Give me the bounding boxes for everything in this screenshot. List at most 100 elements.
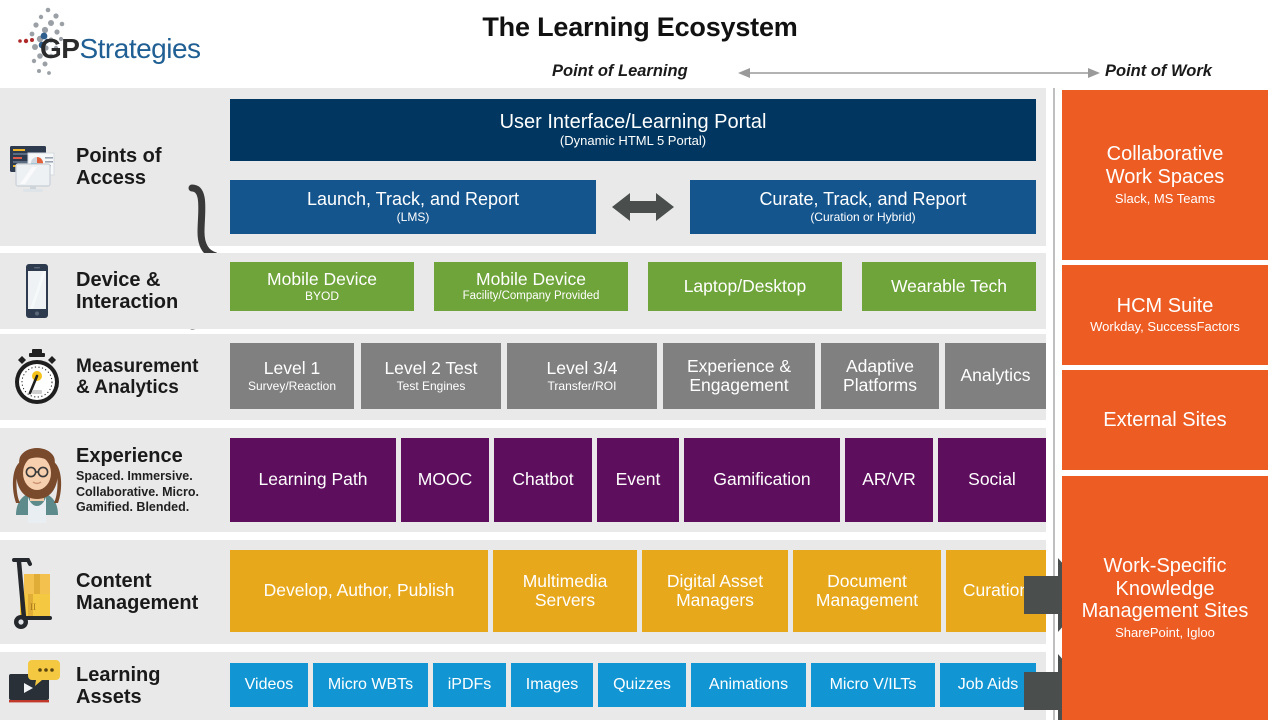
cell-event[interactable]: Event (597, 438, 679, 522)
row-title-line1: Points of (76, 144, 162, 167)
stopwatch-icon (6, 346, 68, 408)
right-box-hcm-suite[interactable]: HCM Suite Workday, SuccessFactors (1062, 265, 1268, 365)
right-box-sub: Workday, SuccessFactors (1090, 319, 1240, 335)
desktop-dashboard-icon (6, 136, 68, 198)
cell-main-label: Level 1 (263, 358, 321, 379)
right-box-work-specific-knowledge-management-sites[interactable]: Work-Specific Knowledge Management Sites … (1062, 476, 1268, 720)
cell-main-label: Develop, Author, Publish (263, 580, 455, 601)
cell-images[interactable]: Images (511, 663, 593, 707)
cell-sub-label: Test Engines (396, 378, 466, 393)
cell-user-interface-learning-portal[interactable]: User Interface/Learning Portal (Dynamic … (230, 99, 1036, 161)
cell-digital-asset-managers[interactable]: Digital Asset Managers (642, 550, 788, 632)
cell-sub-label: BYOD (304, 289, 339, 304)
row-title-block: Device & Interaction (68, 269, 178, 314)
cell-main-label: Curate, Track, and Report (759, 189, 967, 209)
cell-animations[interactable]: Animations (691, 663, 806, 707)
cell-main-label: Social (968, 469, 1016, 490)
cell-job-aids[interactable]: Job Aids (940, 663, 1036, 707)
cell-main-label: Event (615, 469, 661, 490)
cell-document-management[interactable]: Document Management (793, 550, 941, 632)
row-title-block: Measurement & Analytics (68, 356, 199, 399)
cell-main-label: iPDFs (447, 676, 492, 694)
cell-micro-wbts[interactable]: Micro WBTs (313, 663, 428, 707)
cell-ar-vr[interactable]: AR/VR (845, 438, 933, 522)
cell-main-label: User Interface/Learning Portal (499, 111, 767, 134)
cell-main-label: Job Aids (957, 676, 1019, 694)
cell-main-label: AR/VR (862, 469, 916, 490)
cell-wearable-tech[interactable]: Wearable Tech (862, 262, 1036, 311)
row-measurement-and-analytics: Measurement & Analytics Level 1 Survey/Re… (0, 334, 1046, 420)
cell-main-label: Mobile Device (476, 269, 586, 290)
cell-sub-label: (Dynamic HTML 5 Portal) (559, 133, 707, 149)
cell-sub-label: Transfer/ROI (547, 378, 617, 393)
row-label-content-management: II Content Management (0, 540, 228, 644)
cell-level-1[interactable]: Level 1 Survey/Reaction (230, 343, 354, 409)
cell-analytics[interactable]: Analytics (945, 343, 1046, 409)
hand-truck-boxes-icon: II (6, 552, 68, 632)
cell-sub-label: Facility/Company Provided (462, 290, 600, 303)
cell-learning-path[interactable]: Learning Path (230, 438, 396, 522)
cell-develop-author-publish[interactable]: Develop, Author, Publish (230, 550, 488, 632)
cell-launch-track-and-report[interactable]: Launch, Track, and Report (LMS) (230, 180, 596, 234)
cell-main-label: Launch, Track, and Report (306, 189, 520, 209)
cell-videos[interactable]: Videos (230, 663, 308, 707)
row-subtitle-line2: Collaborative. Micro. (76, 484, 199, 499)
cell-curate-track-and-report[interactable]: Curate, Track, and Report (Curation or H… (690, 180, 1036, 234)
cell-main-label: Gamification (713, 469, 811, 490)
cell-adaptive-platforms[interactable]: Adaptive Platforms (821, 343, 939, 409)
row-title-line2: Interaction (76, 291, 179, 313)
cell-level-2-test[interactable]: Level 2 Test Test Engines (361, 343, 501, 409)
row-label-experience: Experience Spaced. Immersive. Collaborat… (0, 428, 228, 532)
right-box-collaborative-work-spaces[interactable]: Collaborative Work Spaces Slack, MS Teams (1062, 90, 1268, 260)
svg-text:II: II (30, 602, 36, 612)
row-title-block: Experience Spaced. Immersive. Collaborat… (68, 445, 199, 515)
right-box-sub: SharePoint, Igloo (1115, 625, 1215, 641)
cell-mobile-device-facility[interactable]: Mobile Device Facility/Company Provided (434, 262, 628, 311)
cell-main-label: Quizzes (613, 676, 671, 694)
cell-main-label: Level 2 Test (384, 358, 478, 379)
cell-micro-v-ilts[interactable]: Micro V/ILTs (811, 663, 935, 707)
mobile-phone-icon (6, 260, 68, 322)
cell-chatbot[interactable]: Chatbot (494, 438, 592, 522)
cell-main-label: Laptop/Desktop (683, 275, 807, 296)
row-content-management: II Content Management Develop, Author, Pu… (0, 540, 1046, 644)
cell-main-label: Adaptive Platforms (843, 355, 917, 395)
bidirectional-arrow-icon (612, 193, 674, 221)
cell-mooc[interactable]: MOOC (401, 438, 489, 522)
right-box-sub: Slack, MS Teams (1114, 190, 1216, 206)
cell-main-label: Wearable Tech (890, 275, 1008, 296)
cell-level-3-4[interactable]: Level 3/4 Transfer/ROI (507, 343, 657, 409)
cell-ipdfs[interactable]: iPDFs (433, 663, 506, 707)
cell-laptop-desktop[interactable]: Laptop/Desktop (648, 262, 842, 311)
row-label-learning-assets: Learning Assets (0, 652, 228, 720)
cell-social[interactable]: Social (938, 438, 1046, 522)
right-box-external-sites[interactable]: External Sites (1062, 370, 1268, 470)
cell-main-label: Experience & Engagement (686, 355, 792, 395)
page-title: The Learning Ecosystem (482, 12, 798, 42)
video-chat-icon (6, 658, 68, 714)
right-box-main-line1: Work-Specific Knowledge (1103, 554, 1227, 600)
row-title-block: Points of Access (68, 145, 162, 190)
cell-main-label: MOOC (417, 469, 473, 490)
cell-main-label: Micro V/ILTs (829, 676, 917, 694)
row-title-block: Learning Assets (68, 664, 160, 709)
point-of-learning-label: Point of Learning (552, 62, 688, 80)
cell-main-label: Videos (244, 676, 294, 694)
cell-main-label: Learning Path (258, 469, 368, 490)
cell-main-label: Level 3/4 (546, 358, 618, 379)
right-box-main-line1: HCM Suite (1116, 294, 1214, 317)
right-box-main-line2: Work Spaces (1105, 166, 1225, 189)
cell-experience-and-engagement[interactable]: Experience & Engagement (663, 343, 815, 409)
cell-multimedia-servers[interactable]: Multimedia Servers (493, 550, 637, 632)
point-of-work-label: Point of Work (1105, 62, 1212, 80)
cell-quizzes[interactable]: Quizzes (598, 663, 686, 707)
cell-mobile-device-byod[interactable]: Mobile Device BYOD (230, 262, 414, 311)
learning-to-work-arrow-icon (738, 68, 1100, 78)
cell-gamification[interactable]: Gamification (684, 438, 840, 522)
row-label-device-and-interaction: Device & Interaction (0, 253, 228, 329)
cell-main-label: Animations (708, 676, 789, 694)
cell-sub-label: (LMS) (396, 209, 430, 224)
row-title-line1: Experience (76, 444, 183, 467)
cell-main-label: Chatbot (512, 469, 574, 490)
right-box-main-line1: Collaborative (1106, 143, 1224, 166)
